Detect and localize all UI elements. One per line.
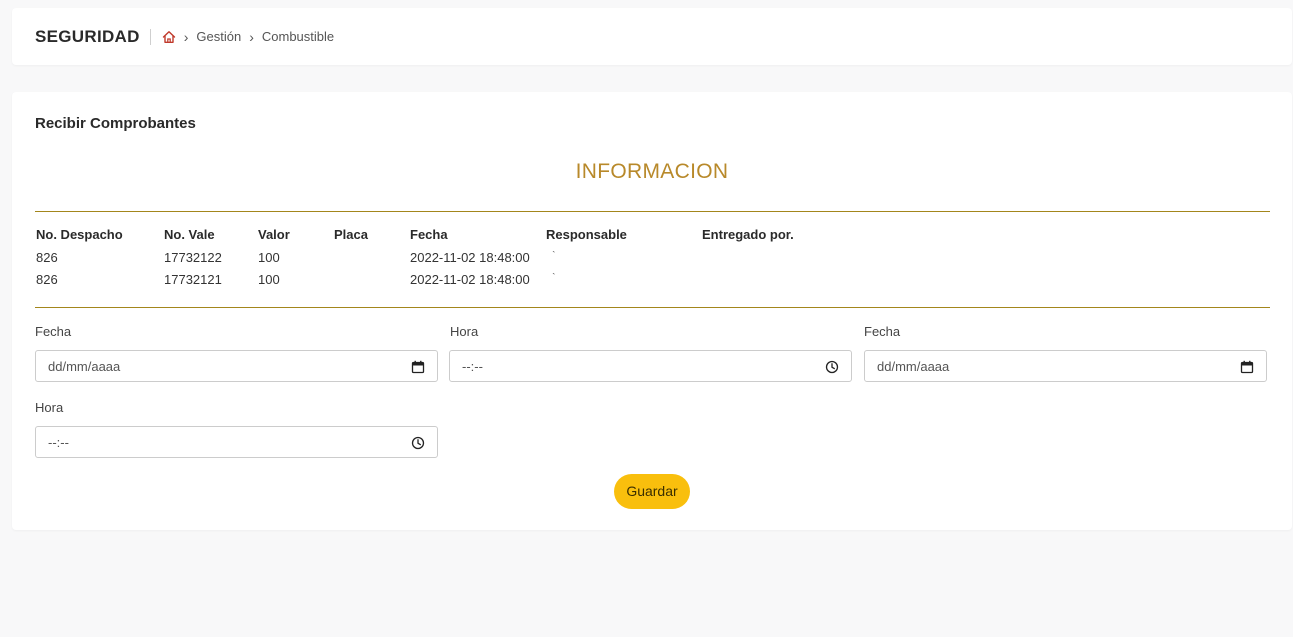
top-bar: SEGURIDAD › Gestión › Combustible: [12, 8, 1292, 65]
divider-top: [35, 211, 1270, 212]
fecha-recibido-input[interactable]: dd/mm/aaaa: [35, 350, 438, 382]
calendar-icon[interactable]: [1240, 360, 1254, 374]
hora-recibido-placeholder: --:--: [462, 359, 483, 374]
col-header-responsable: Responsable: [546, 227, 627, 242]
divider-bottom: [35, 307, 1270, 308]
chevron-right-icon: ›: [249, 28, 254, 45]
cell-vale: 17732121: [164, 272, 222, 287]
hora-recibido-input[interactable]: --:--: [449, 350, 852, 382]
hora-entrega-input[interactable]: --:--: [35, 426, 438, 458]
fecha-entrega-label: Fecha: [864, 324, 901, 339]
fecha-recibido-placeholder: dd/mm/aaaa: [48, 359, 121, 374]
calendar-icon[interactable]: [411, 360, 425, 374]
col-header-placa: Placa: [334, 227, 368, 242]
clock-icon[interactable]: [825, 360, 839, 374]
breadcrumb-combustible: Combustible: [261, 29, 335, 44]
cell-fecha: 2022-11-02 18:48:00: [410, 272, 530, 287]
cell-valor: 100: [258, 249, 280, 265]
section-title: INFORMACION: [575, 160, 729, 183]
col-header-vale: No. Vale: [164, 227, 215, 242]
hora-entrega-label: Hora: [35, 400, 64, 415]
home-icon[interactable]: [162, 30, 176, 44]
hora-entrega-placeholder: --:--: [48, 435, 69, 450]
cell-despacho: 826: [36, 249, 58, 265]
breadcrumb-gestion[interactable]: Gestión: [196, 29, 241, 44]
fecha-entrega-input[interactable]: dd/mm/aaaa: [864, 350, 1267, 382]
cell-fecha: 2022-11-02 18:48:00: [410, 249, 530, 265]
app-brand: SEGURIDAD: [35, 26, 140, 46]
chevron-right-icon: ›: [183, 28, 189, 45]
col-header-valor: Valor: [258, 227, 290, 242]
fecha-recibido-label: Fecha: [35, 324, 72, 339]
cell-responsable-mark: ˋ: [552, 249, 556, 262]
card-title: Recibir Comprobantes: [35, 115, 196, 132]
col-header-despacho: No. Despacho: [36, 227, 123, 242]
save-button[interactable]: Guardar: [614, 474, 690, 509]
clock-icon[interactable]: [411, 436, 425, 450]
cell-responsable-mark: ˋ: [552, 272, 556, 284]
col-header-fecha: Fecha: [410, 227, 448, 242]
cell-valor: 100: [258, 272, 280, 287]
brand-divider: [149, 28, 151, 45]
cell-vale: 17732122: [164, 249, 222, 265]
receipt-card: Recibir Comprobantes INFORMACION No. Des…: [12, 92, 1292, 530]
cell-despacho: 826: [36, 272, 58, 287]
col-header-entregado: Entregado por.: [702, 227, 794, 242]
hora-recibido-label: Hora: [450, 324, 479, 339]
fecha-entrega-placeholder: dd/mm/aaaa: [877, 359, 950, 374]
